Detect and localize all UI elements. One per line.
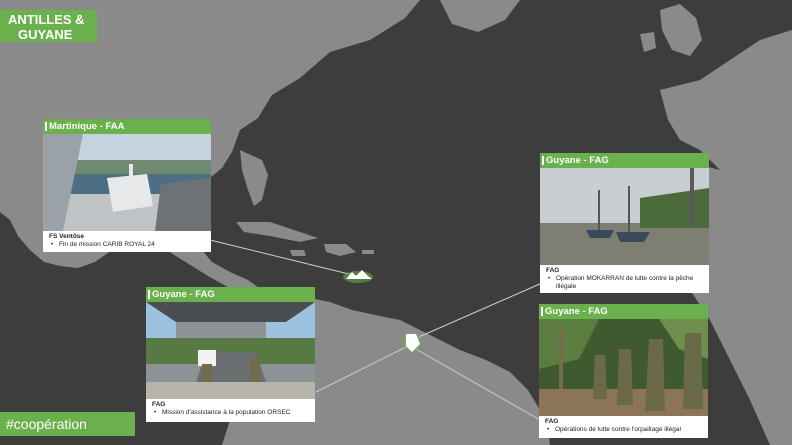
photo-jungle-patrol (539, 319, 708, 416)
cuba-land (236, 222, 318, 242)
slide-title-line2: GUYANE (18, 27, 73, 42)
card-guyane-mokarran-unit: FAG (546, 267, 560, 274)
jamaica-land (290, 250, 306, 256)
card-guyane-orsec-unit: FAG (152, 401, 166, 408)
card-guyane-mokarran-header: Guyane - FAG (540, 153, 709, 168)
photo-aircraft-ramp (146, 302, 315, 399)
uk-land (660, 4, 702, 56)
photo-ship-deck-image (43, 134, 211, 231)
slide-title-line1: ANTILLES & (8, 12, 85, 27)
card-guyane-orpaillage-bullet: Opérations de lutte contre l'orpaillage … (547, 426, 702, 434)
hashtag-badge: #coopération (0, 412, 135, 436)
map-slide: ANTILLES & GUYANE Martinique - FAA FS Ve… (0, 0, 792, 445)
photo-jungle-patrol-image (539, 319, 708, 416)
hispaniola-land (324, 244, 356, 256)
card-guyane-orpaillage-unit: FAG (545, 418, 559, 425)
card-guyane-orpaillage: Guyane - FAG FAG Opérations de lutte con… (539, 304, 708, 438)
card-guyane-mokarran: Guyane - FAG FAG Opération MOKARRAN de l… (540, 153, 709, 293)
card-guyane-mokarran-bullet: Opération MOKARRAN de lutte contre la pê… (548, 275, 703, 291)
card-martinique-bullet: Fin de mission CARIB ROYAL 24 (51, 241, 205, 249)
florida-land (240, 150, 268, 206)
card-martinique-unit: FS Ventôse (49, 233, 85, 240)
card-martinique: Martinique - FAA FS Ventôse Fin de missi… (43, 119, 211, 252)
connector-mokarran (411, 282, 543, 341)
photo-fishing-boats (540, 168, 709, 265)
card-guyane-mokarran-caption: FAG Opération MOKARRAN de lutte contre l… (540, 265, 709, 293)
card-martinique-header: Martinique - FAA (43, 119, 211, 134)
ireland-land (640, 32, 656, 52)
card-martinique-caption: FS Ventôse Fin de mission CARIB ROYAL 24 (43, 231, 211, 251)
card-guyane-orpaillage-caption: FAG Opérations de lutte contre l'orpaill… (539, 416, 708, 436)
guyane-marker (402, 332, 422, 352)
antilles-marker (343, 270, 373, 283)
slide-title: ANTILLES & GUYANE (0, 10, 97, 42)
photo-ship-deck (43, 134, 211, 231)
greenland-land (440, 0, 520, 32)
card-guyane-orsec: Guyane - FAG FAG Mission d'assistance à … (146, 287, 315, 422)
card-guyane-orsec-header: Guyane - FAG (146, 287, 315, 302)
card-guyane-orpaillage-header: Guyane - FAG (539, 304, 708, 319)
photo-aircraft-ramp-image (146, 302, 315, 399)
card-guyane-orsec-caption: FAG Mission d'assistance à la population… (146, 399, 315, 419)
card-guyane-orsec-bullet: Mission d'assistance à la population ORS… (154, 409, 309, 417)
photo-fishing-boats-image (540, 168, 709, 265)
puerto-rico-land (362, 250, 374, 254)
